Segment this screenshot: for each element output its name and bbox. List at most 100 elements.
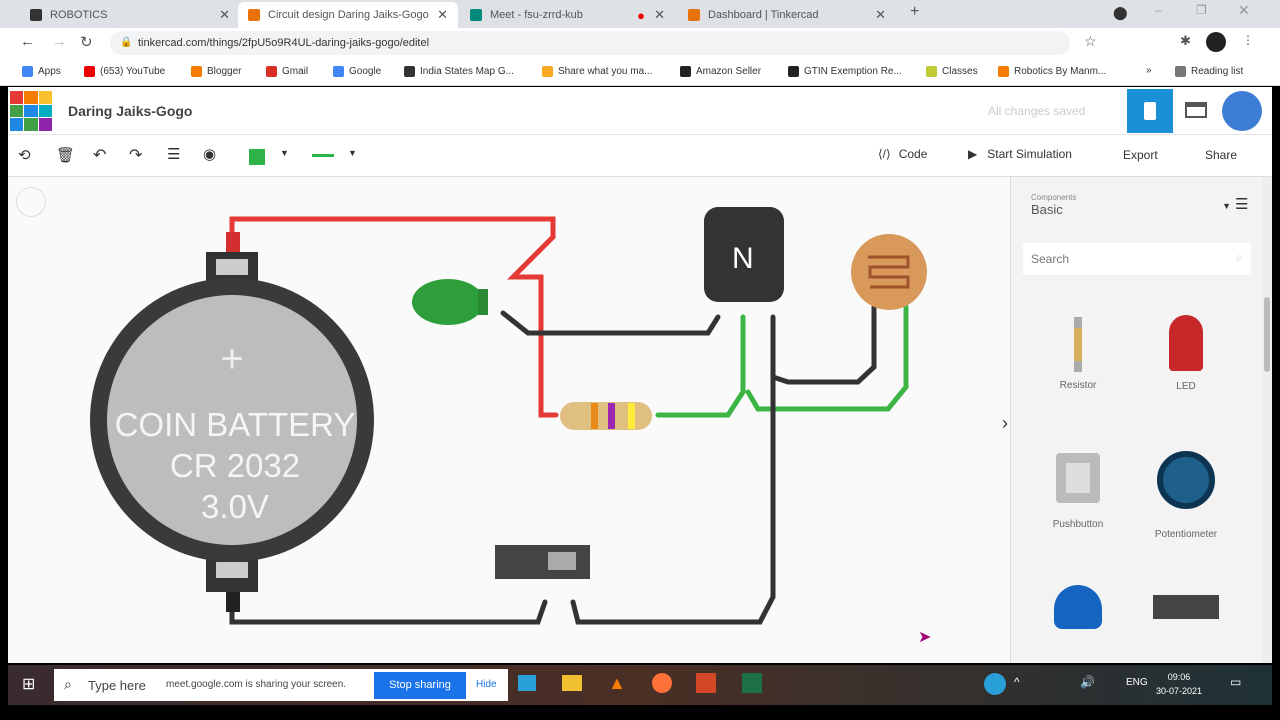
stop-sharing-button[interactable]: Stop sharing bbox=[374, 672, 466, 699]
redo-icon[interactable]: ↷ bbox=[129, 145, 142, 165]
circuit-view-button[interactable] bbox=[1127, 89, 1173, 133]
tinkercad-header: Daring Jaiks-Gogo All changes saved bbox=[8, 87, 1272, 135]
browser-menu-icon[interactable]: ⋮ bbox=[1242, 33, 1254, 47]
chevron-down-icon[interactable]: ▼ bbox=[348, 148, 357, 158]
search-icon: ⌕ bbox=[1236, 250, 1243, 264]
close-icon[interactable]: ✕ bbox=[437, 7, 448, 23]
bookmark-classes[interactable]: Classes bbox=[926, 66, 978, 77]
black-wire-battery bbox=[229, 594, 548, 625]
component-capacitor[interactable] bbox=[1028, 585, 1128, 629]
tinkercad-logo[interactable] bbox=[10, 91, 52, 131]
schematic-list-icon[interactable] bbox=[1185, 102, 1207, 118]
browser-tab-strip: ROBOTICS ✕ Circuit design Daring Jaiks-Go… bbox=[0, 0, 1280, 28]
chevron-down-icon: ▼ bbox=[1222, 201, 1231, 211]
tab-circuit-design[interactable]: Circuit design Daring Jaiks-Gogo ✕ bbox=[238, 2, 458, 28]
notifications-icon[interactable]: ▭ bbox=[1230, 675, 1241, 689]
firefox-icon[interactable] bbox=[652, 673, 672, 693]
undo-icon[interactable]: ↶ bbox=[93, 145, 106, 165]
minimize-button[interactable]: – bbox=[1155, 3, 1162, 17]
powerpoint-icon[interactable] bbox=[696, 673, 716, 693]
chevron-down-icon[interactable]: ▼ bbox=[280, 148, 289, 158]
recording-icon: ● bbox=[637, 7, 645, 23]
export-button[interactable]: Export bbox=[1123, 148, 1158, 162]
bookmark-blogger[interactable]: Blogger bbox=[191, 66, 241, 77]
photoresistor bbox=[851, 234, 927, 310]
search-icon: ⌕ bbox=[64, 676, 72, 692]
help-icon[interactable] bbox=[984, 673, 1006, 695]
code-button[interactable]: ⟨/⟩ Code bbox=[878, 147, 927, 161]
close-icon[interactable]: ✕ bbox=[219, 7, 230, 23]
bookmark-gmail[interactable]: Gmail bbox=[266, 66, 308, 77]
close-icon[interactable]: ✕ bbox=[654, 7, 665, 23]
component-search-input[interactable]: Search ⌕ bbox=[1023, 243, 1251, 275]
vlc-icon[interactable]: ▲ bbox=[608, 673, 626, 694]
mouse-cursor-icon: ➤ bbox=[918, 629, 932, 646]
save-status: All changes saved bbox=[988, 104, 1086, 118]
circuit-canvas[interactable]: + › COIN BATTERY CR 2032 3.0V N bbox=[8, 177, 1010, 663]
component-slideswitch[interactable] bbox=[1136, 595, 1236, 619]
start-simulation-button[interactable]: ▶ Start Simulation bbox=[968, 147, 1072, 161]
wire-type-picker[interactable] bbox=[312, 154, 334, 157]
potentiometer-icon bbox=[1157, 451, 1215, 509]
tray-chevron-icon[interactable]: ^ bbox=[1014, 675, 1020, 689]
rotate-icon[interactable]: ⟲ bbox=[18, 146, 31, 164]
more-bookmarks-icon[interactable]: » bbox=[1146, 65, 1152, 76]
close-window-button[interactable]: ✕ bbox=[1238, 2, 1250, 19]
component-potentiometer[interactable]: Potentiometer bbox=[1136, 451, 1236, 540]
trash-icon[interactable]: 🗑 bbox=[56, 146, 75, 164]
address-bar-row: ← → ↻ 🔒 tinkercad.com/things/2fpU5o9R4UL-… bbox=[0, 28, 1280, 58]
windows-start-icon[interactable]: ⊞ bbox=[22, 674, 35, 694]
bookmark-share[interactable]: Share what you ma... bbox=[542, 66, 653, 77]
led-icon bbox=[1169, 315, 1203, 371]
eye-icon[interactable]: ◉ bbox=[203, 145, 216, 163]
component-resistor[interactable]: Resistor bbox=[1028, 317, 1128, 391]
editor-toolbar: ⟲ 🗑 ↶ ↷ ☰ ◉ ▼ ▼ ⟨/⟩ Code ▶ Start Simulatio… bbox=[8, 135, 1272, 177]
bookmark-youtube[interactable]: (653) YouTube bbox=[84, 66, 165, 77]
close-icon[interactable]: ✕ bbox=[875, 7, 886, 23]
bookmarks-bar: Apps (653) YouTube Blogger Gmail Google … bbox=[0, 58, 1280, 86]
taskbar-app-icon[interactable] bbox=[518, 675, 536, 691]
panel-scrollbar[interactable] bbox=[1262, 177, 1272, 663]
user-avatar[interactable] bbox=[1222, 91, 1262, 131]
new-tab-button[interactable]: + bbox=[910, 3, 919, 21]
file-explorer-icon[interactable] bbox=[562, 675, 582, 691]
hide-button[interactable]: Hide bbox=[476, 679, 497, 690]
list-view-icon[interactable]: ☰ bbox=[1235, 195, 1248, 213]
design-title[interactable]: Daring Jaiks-Gogo bbox=[68, 103, 192, 119]
language-indicator[interactable]: ENG bbox=[1126, 677, 1148, 688]
tab-meet[interactable]: Meet - fsu-zrrd-kub ● ✕ bbox=[460, 2, 675, 28]
url-input[interactable]: 🔒 tinkercad.com/things/2fpU5o9R4UL-daring… bbox=[110, 31, 1070, 55]
capacitor-icon bbox=[1054, 585, 1102, 629]
component-led[interactable]: LED bbox=[1136, 315, 1236, 392]
components-dropdown[interactable]: Components Basic ▼ bbox=[1031, 193, 1231, 217]
volume-icon[interactable]: 🔊 bbox=[1080, 675, 1095, 689]
reading-list[interactable]: Reading list bbox=[1175, 66, 1243, 77]
excel-icon[interactable] bbox=[742, 673, 762, 693]
bookmark-amazon-seller[interactable]: Amazon Seller bbox=[680, 66, 761, 77]
component-pushbutton[interactable]: Pushbutton bbox=[1028, 453, 1128, 530]
share-button[interactable]: Share bbox=[1205, 148, 1237, 162]
bookmark-robotics[interactable]: Robotics By Manm... bbox=[998, 66, 1106, 77]
color-picker[interactable] bbox=[249, 149, 265, 165]
battery-label: COIN BATTERY CR 2032 3.0V bbox=[114, 406, 356, 525]
tab-robotics[interactable]: ROBOTICS ✕ bbox=[20, 2, 240, 28]
clock[interactable]: 09:06 30-07-2021 bbox=[1156, 670, 1202, 698]
screen-share-banner: meet.google.com is sharing your screen. … bbox=[146, 669, 508, 701]
notes-icon[interactable]: ☰ bbox=[167, 145, 180, 163]
reload-button[interactable]: ↻ bbox=[80, 33, 93, 51]
maximize-button[interactable]: ❐ bbox=[1196, 3, 1207, 17]
slide-switch bbox=[495, 545, 590, 579]
extension-icon[interactable]: ⬤ bbox=[1113, 5, 1128, 21]
tinkercad-favicon-icon bbox=[248, 9, 260, 21]
resistor bbox=[560, 402, 652, 430]
tab-dashboard[interactable]: Dashboard | Tinkercad ✕ bbox=[678, 2, 896, 28]
back-button[interactable]: ← bbox=[20, 33, 35, 50]
bookmark-star-icon[interactable]: ☆ bbox=[1084, 33, 1097, 50]
profile-avatar[interactable] bbox=[1206, 32, 1226, 52]
forward-button[interactable]: → bbox=[52, 33, 67, 50]
bookmark-apps[interactable]: Apps bbox=[22, 66, 61, 77]
bookmark-india-map[interactable]: India States Map G... bbox=[404, 66, 514, 77]
extensions-puzzle-icon[interactable]: ✱ bbox=[1180, 33, 1191, 49]
bookmark-google[interactable]: Google bbox=[333, 66, 381, 77]
bookmark-gtin[interactable]: GTIN Exemption Re... bbox=[788, 66, 902, 77]
